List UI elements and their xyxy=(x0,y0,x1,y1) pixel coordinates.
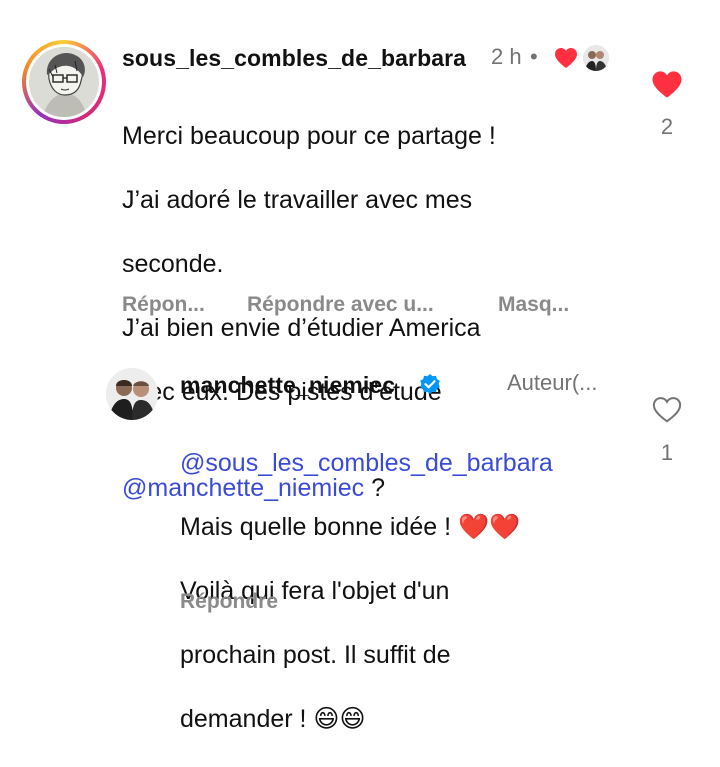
comment-line: Merci beaucoup pour ce partage ! xyxy=(122,122,496,150)
author-tag: Auteur(... xyxy=(507,370,598,395)
threads-icon: @ xyxy=(122,474,148,502)
comment-timestamp: 2 h xyxy=(491,44,522,69)
threads-icon: @ xyxy=(180,449,206,477)
reply-button[interactable]: Répondre xyxy=(180,590,278,614)
hide-button[interactable]: Masq... xyxy=(498,293,569,317)
author-liked-heart-icon xyxy=(554,47,578,74)
like-count: 2 xyxy=(660,114,674,139)
comment-line: Mais quelle bonne idée ! ❤️❤️ xyxy=(180,513,521,541)
avatar xyxy=(29,47,99,117)
verified-badge-icon xyxy=(418,373,442,402)
reply-button[interactable]: Répon... xyxy=(122,293,205,317)
like-heart-outline-icon[interactable] xyxy=(652,396,682,429)
avatar[interactable] xyxy=(106,368,158,420)
mention-link[interactable]: @sous_les_combles_de_barbara xyxy=(180,447,640,479)
comment-line: prochain post. Il suffit de xyxy=(180,641,451,669)
author-mini-avatar xyxy=(583,45,609,71)
reply-with-button[interactable]: Répondre avec u... xyxy=(247,293,434,317)
comment-line: demander ! 😄😄 xyxy=(180,705,366,733)
avatar-story-ring[interactable] xyxy=(22,40,106,124)
comment-username[interactable]: manchette_niemiec xyxy=(180,372,395,399)
red-heart-emoji: ❤️❤️ xyxy=(457,513,521,541)
comment-line: J’ai adoré le travailler avec mes xyxy=(122,186,473,214)
like-count: 1 xyxy=(660,440,674,465)
comment-line: seconde. xyxy=(122,250,224,278)
like-heart-icon[interactable] xyxy=(651,70,683,104)
comment-username[interactable]: sous_les_combles_de_barbara xyxy=(122,45,466,72)
grinning-face-emoji: 😄😄 xyxy=(313,705,366,733)
separator-dot: • xyxy=(530,44,538,69)
